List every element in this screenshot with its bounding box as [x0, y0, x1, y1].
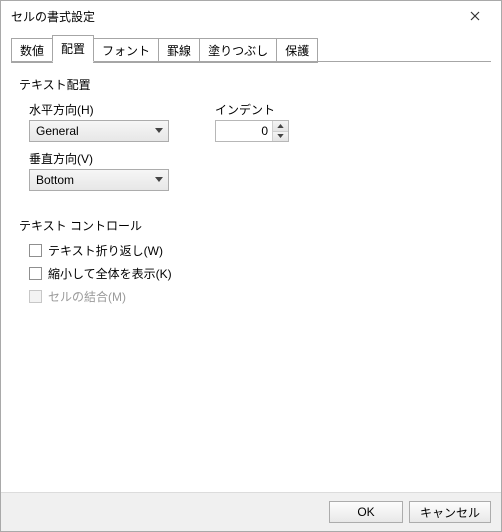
titlebar: セルの書式設定 [1, 1, 501, 31]
checkbox-label: セルの結合(M) [48, 288, 126, 305]
chevron-up-icon [277, 124, 284, 128]
chevron-down-icon [150, 170, 168, 190]
checkbox-label: テキスト折り返し(W) [48, 242, 163, 259]
spinner-indent[interactable] [215, 120, 289, 142]
input-indent[interactable] [216, 121, 272, 141]
tab-border[interactable]: 罫線 [158, 38, 200, 63]
spinner-down-button[interactable] [273, 131, 288, 142]
spinner-up-button[interactable] [273, 121, 288, 131]
chevron-down-icon [150, 121, 168, 141]
checkbox-shrink-to-fit[interactable]: 縮小して全体を表示(K) [29, 265, 483, 282]
tab-label: 数値 [20, 44, 44, 58]
cancel-button[interactable]: キャンセル [409, 501, 491, 523]
tab-label: 保護 [285, 44, 309, 58]
dialog-window: セルの書式設定 数値 配置 フォント 罫線 塗りつぶし 保護 テキスト配置 水平… [0, 0, 502, 532]
label-vertical: 垂直方向(V) [29, 150, 483, 167]
group-title-text-control: テキスト コントロール [19, 217, 483, 234]
checkbox-box [29, 244, 42, 257]
window-title: セルの書式設定 [11, 8, 455, 25]
label-indent: インデント [215, 101, 289, 118]
group-title-alignment: テキスト配置 [19, 76, 483, 93]
button-label: OK [357, 505, 374, 519]
tab-protection[interactable]: 保護 [276, 38, 318, 63]
checkbox-merge-cells: セルの結合(M) [29, 288, 483, 305]
select-horizontal[interactable]: General [29, 120, 169, 142]
tab-label: 塗りつぶし [208, 44, 268, 58]
tab-panel-alignment: テキスト配置 水平方向(H) General インデント [1, 62, 501, 492]
tab-alignment[interactable]: 配置 [52, 35, 94, 62]
tab-label: 配置 [61, 42, 85, 56]
select-vertical-value: Bottom [30, 173, 150, 187]
spinner-buttons [272, 121, 288, 141]
tab-font[interactable]: フォント [93, 38, 159, 63]
ok-button[interactable]: OK [329, 501, 403, 523]
checkbox-box [29, 290, 42, 303]
close-icon [470, 11, 480, 21]
tab-label: フォント [102, 44, 150, 58]
tab-number[interactable]: 数値 [11, 38, 53, 63]
group-text-alignment: テキスト配置 水平方向(H) General インデント [19, 76, 483, 191]
chevron-down-icon [277, 134, 284, 138]
close-button[interactable] [455, 2, 495, 30]
select-horizontal-value: General [30, 124, 150, 138]
label-horizontal: 水平方向(H) [29, 101, 169, 118]
checkbox-label: 縮小して全体を表示(K) [48, 265, 172, 282]
tab-strip: 数値 配置 フォント 罫線 塗りつぶし 保護 [1, 31, 501, 62]
tab-fill[interactable]: 塗りつぶし [199, 38, 277, 63]
dialog-footer: OK キャンセル [1, 492, 501, 531]
button-label: キャンセル [420, 504, 480, 521]
checkbox-wrap-text[interactable]: テキスト折り返し(W) [29, 242, 483, 259]
checkbox-box [29, 267, 42, 280]
tab-label: 罫線 [167, 44, 191, 58]
group-text-control: テキスト コントロール テキスト折り返し(W) 縮小して全体を表示(K) セルの… [19, 217, 483, 305]
select-vertical[interactable]: Bottom [29, 169, 169, 191]
